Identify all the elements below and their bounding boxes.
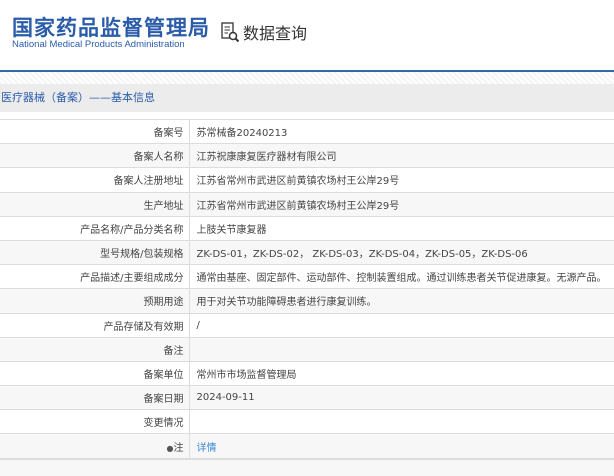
section-title: 医疗器械（备案）——基本信息 [0,84,614,112]
row-value: 2024-09-11 [196,392,255,404]
row-label: 备案号 [0,118,190,144]
row-label: 备案日期 [0,385,190,410]
row-label-text: 产品存储及有效期 [103,321,184,333]
row-label: 生产地址 [0,191,190,217]
row-value-cell: 用于对关节功能障碍患者进行康复训练。 [189,288,614,313]
table-row: 生产地址 江苏省常州市武进区前黄镇农场村王公岸29号 [0,191,614,217]
row-value: 上肢关节康复器 [196,224,267,236]
row-value-cell [189,409,614,434]
site-header: 国家药品监督管理局 National Medical Products Admi… [0,0,614,70]
table-row: 备案日期 2024-09-11 [0,385,614,410]
table-row: 产品名称/产品分类名称 上肢关节康复器 [0,215,614,241]
row-label: 备案人注册地址 [0,167,190,193]
table-row: 备案号 苏常械备20240213 [0,118,614,144]
row-value-cell: 上肢关节康复器 [189,215,614,241]
row-value: ZK-DS-01，ZK-DS-02， ZK-DS-03，ZK-DS-04，ZK-… [196,249,528,261]
row-label-text: 备案人注册地址 [113,176,184,188]
row-label-text: 备案号 [153,128,184,140]
bulb-icon: ● [166,443,174,453]
row-label-text: 备注 [163,345,184,357]
row-label: 备案人名称 [0,143,190,168]
row-label-text: 生产地址 [143,200,184,212]
row-label: 预期用途 [0,288,190,313]
row-value: 江苏祝康康复医疗器材有限公司 [196,152,337,164]
table-row: 型号规格/包装规格 ZK-DS-01，ZK-DS-02， ZK-DS-03，ZK-… [0,239,614,265]
decorative-stripe [0,72,614,84]
row-label-text: 产品名称/产品分类名称 [80,224,184,236]
row-label: 产品描述/主要组成成分 [0,264,190,289]
details-link[interactable]: 详情 [197,443,217,454]
row-label: 备注 [0,336,190,362]
row-label-text: 备案日期 [143,394,184,406]
logo-title: 国家药品监督管理局 [12,16,210,40]
row-value: 常州市市场监督管理局 [196,369,297,381]
row-value: 苏常械备20240213 [196,128,288,140]
table-row: ●注 详情 [0,433,614,460]
row-value: 江苏省常州市武进区前黄镇农场村王公岸29号 [196,176,400,188]
info-table: 备案号 苏常械备20240213 备案人名称 江苏祝康康复医疗器材有限公司 备案人注册地… [0,118,614,460]
row-label-text: 备案单位 [143,369,184,381]
row-value-cell: 详情 [189,433,614,460]
row-label: 变更情况 [0,409,190,434]
row-label-text: 型号规格/包装规格 [100,249,184,261]
row-value-cell: 江苏祝康康复医疗器材有限公司 [189,143,614,168]
row-value: 通常由基座、固定部件、运动部件、控制装置组成。通过训练患者关节促进康复。无源产品… [196,273,607,285]
row-value-cell: 江苏省常州市武进区前黄镇农场村王公岸29号 [189,191,614,217]
row-value-cell [189,336,614,362]
row-label: 型号规格/包装规格 [0,239,190,265]
table-row: 备案人名称 江苏祝康康复医疗器材有限公司 [0,143,614,168]
row-value-cell: 2024-09-11 [189,385,614,410]
document-search-icon [221,22,240,42]
row-label-text: 注 [173,442,184,454]
row-value-cell: 江苏省常州市武进区前黄镇农场村王公岸29号 [189,167,614,193]
data-query-label: 数据查询 [243,24,308,43]
table-row: 产品描述/主要组成成分 通常由基座、固定部件、运动部件、控制装置组成。通过训练患者… [0,264,614,289]
table-row: 预期用途 用于对关节功能障碍患者进行康复训练。 [0,288,614,313]
data-query-link[interactable]: 数据查询 [220,20,307,44]
row-value: / [196,319,200,331]
row-label-text: 产品描述/主要组成成分 [80,273,184,285]
row-value-cell: 通常由基座、固定部件、运动部件、控制装置组成。通过训练患者关节促进康复。无源产品… [189,264,614,289]
row-value: 用于对关节功能障碍患者进行康复训练。 [196,297,377,309]
table-row: 备注 [0,336,614,362]
row-value-cell: 苏常械备20240213 [189,118,614,144]
row-label: 备案单位 [0,360,190,386]
row-value: 江苏省常州市武进区前黄镇农场村王公岸29号 [196,200,400,212]
row-label: 产品存储及有效期 [0,312,190,338]
table-row: 备案单位 常州市市场监督管理局 [0,360,614,386]
table-row: 备案人注册地址 江苏省常州市武进区前黄镇农场村王公岸29号 [0,167,614,193]
table-row: 产品存储及有效期 / [0,312,614,338]
table-row: 变更情况 [0,409,614,434]
logo-subtitle: National Medical Products Administration [12,39,185,50]
row-label-text: 预期用途 [143,297,184,309]
row-value-cell: 常州市市场监督管理局 [189,360,614,386]
row-label: ●注 [0,433,190,460]
row-label-text: 备案人名称 [133,152,184,164]
row-value-cell: / [189,312,614,338]
page-footer-area [0,460,614,476]
row-value-cell: ZK-DS-01，ZK-DS-02， ZK-DS-03，ZK-DS-04，ZK-… [189,239,614,265]
row-label: 产品名称/产品分类名称 [0,215,190,241]
row-label-text: 变更情况 [143,418,184,430]
